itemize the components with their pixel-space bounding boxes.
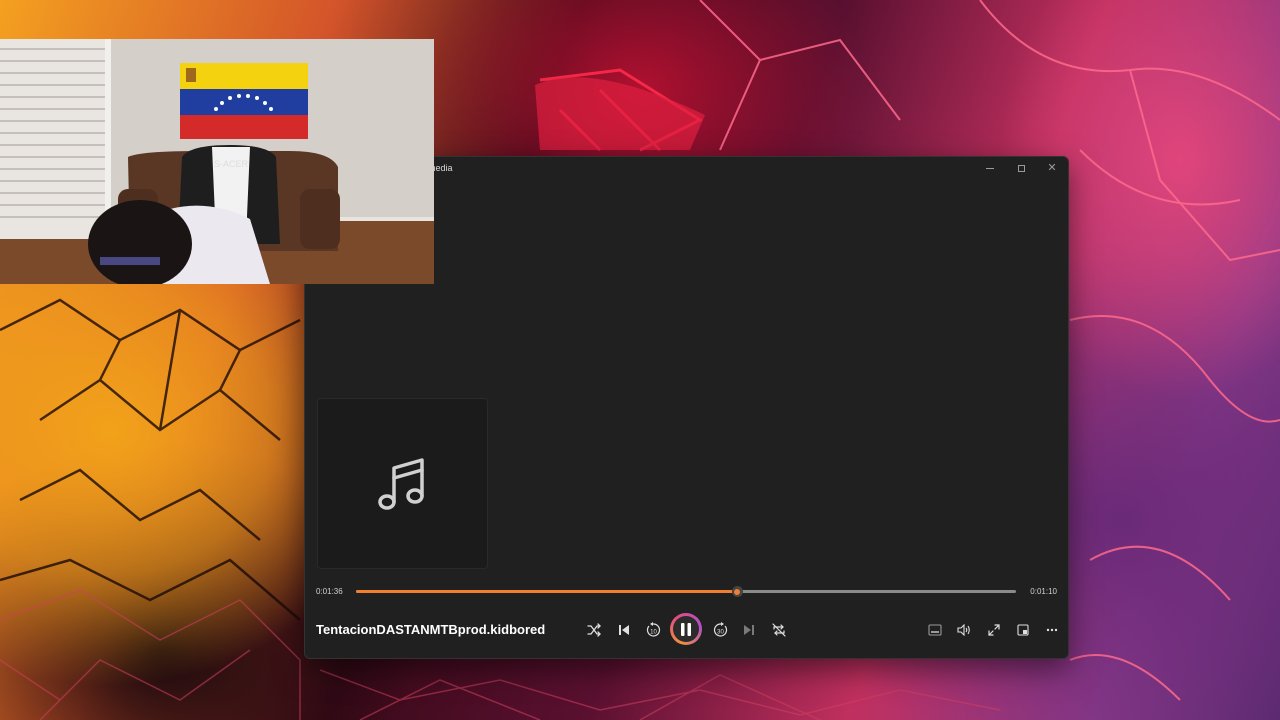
fullscreen-icon — [988, 624, 1000, 636]
cast-button[interactable] — [1011, 618, 1035, 642]
repeat-button[interactable] — [767, 618, 791, 642]
seek-bar[interactable] — [356, 586, 1016, 597]
elapsed-time: 0:01:36 — [316, 587, 343, 596]
seek-progress — [356, 590, 737, 593]
cast-icon — [1017, 624, 1029, 636]
fullscreen-button[interactable] — [982, 618, 1006, 642]
close-icon: ✕ — [1047, 161, 1057, 174]
seek-thumb[interactable] — [731, 586, 743, 597]
track-title: TentacionDASTANMTBprod.kidbored — [316, 622, 546, 637]
previous-icon — [619, 625, 629, 635]
pause-icon — [681, 622, 691, 636]
more-options-button[interactable] — [1040, 618, 1064, 642]
album-art — [317, 398, 488, 569]
shuffle-button[interactable] — [582, 618, 606, 642]
skip-forward-label: 30 — [717, 630, 724, 636]
repeat-off-icon — [772, 623, 786, 637]
maximize-button[interactable] — [1006, 157, 1036, 179]
next-icon — [744, 625, 754, 635]
minimize-icon — [986, 167, 994, 169]
skip-forward-button[interactable]: 30 — [709, 618, 733, 642]
volume-button[interactable] — [952, 618, 976, 642]
skip-back-button[interactable]: 10 — [641, 618, 665, 642]
next-button[interactable] — [737, 618, 761, 642]
skip-back-label: 10 — [650, 630, 657, 636]
skip-forward-icon: 30 — [713, 622, 728, 637]
minimize-button[interactable] — [975, 157, 1005, 179]
more-icon — [1046, 628, 1058, 632]
chair-brand-text: S-ACER — [214, 159, 249, 169]
close-button[interactable]: ✕ — [1037, 157, 1067, 179]
music-note-icon — [377, 457, 424, 510]
shuffle-icon — [587, 623, 601, 637]
mini-player-button[interactable] — [923, 618, 947, 642]
webcam-feed: S-ACER — [0, 39, 434, 284]
volume-icon — [957, 624, 970, 636]
venezuela-flag — [180, 63, 308, 139]
play-pause-button[interactable] — [670, 613, 702, 645]
previous-button[interactable] — [612, 618, 636, 642]
skip-back-icon: 10 — [646, 622, 661, 637]
webcam-overlay: S-ACER — [0, 39, 434, 284]
total-time: 0:01:10 — [1030, 587, 1057, 596]
mini-player-icon — [928, 624, 942, 636]
play-pause-face — [673, 616, 699, 642]
maximize-icon — [1017, 164, 1025, 172]
